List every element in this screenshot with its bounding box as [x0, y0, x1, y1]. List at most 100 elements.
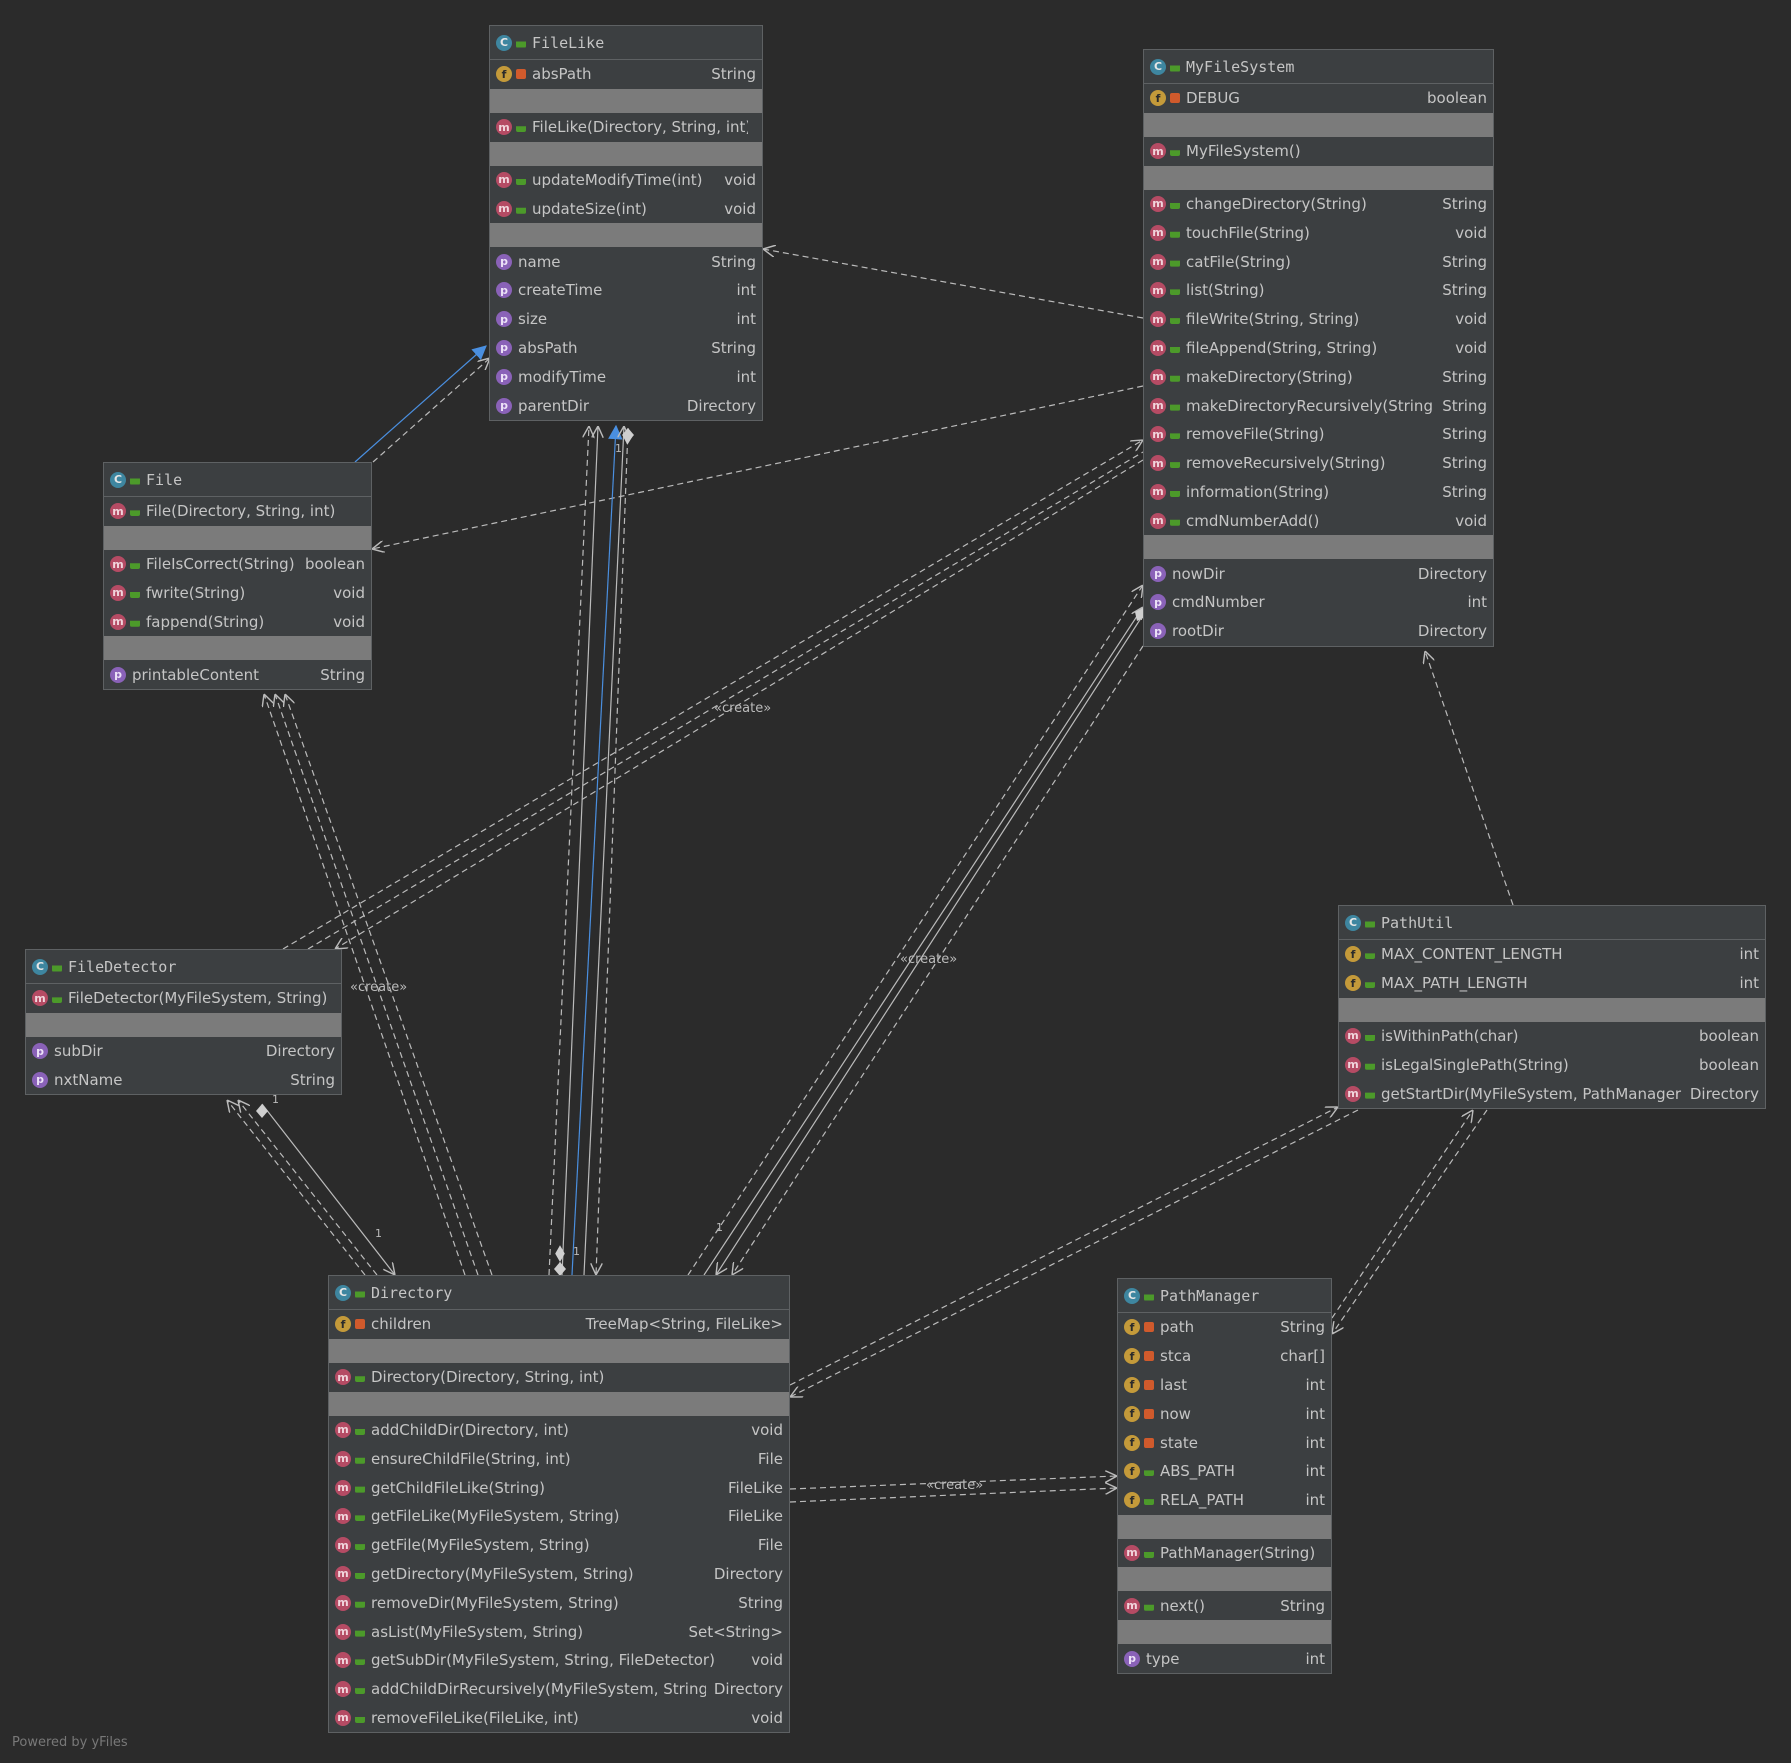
method-row[interactable]: m MyFileSystem() [1144, 137, 1493, 166]
method-row[interactable]: m removeFile(String) String [1144, 420, 1493, 449]
public-visibility-icon [1170, 519, 1180, 526]
public-visibility-icon [355, 1544, 365, 1551]
class-FileLike[interactable]: C FileLike f absPath String m FileLike(Directo… [489, 25, 763, 421]
field-icon: f [1345, 975, 1361, 992]
field-row[interactable]: f ABS_PATH int [1118, 1457, 1331, 1486]
method-row[interactable]: m updateSize(int) void [490, 194, 762, 223]
public-visibility-icon [355, 1688, 365, 1695]
property-row[interactable]: p printableContent String [104, 660, 371, 689]
method-row[interactable]: m FileLike(Directory, String, int) [490, 113, 762, 142]
method-row[interactable]: m isLegalSinglePath(String) boolean [1339, 1050, 1765, 1079]
diamond-dir-top [554, 1262, 566, 1276]
method-row[interactable]: m addChildDirRecursively(MyFileSystem, St… [329, 1675, 789, 1704]
class-FileDetector[interactable]: C FileDetector m FileDetector(MyFileSystem,… [25, 949, 342, 1096]
method-type: void [724, 170, 756, 189]
method-row[interactable]: m getFile(MyFileSystem, String) File [329, 1531, 789, 1560]
method-type: Set<String> [688, 1622, 783, 1641]
method-row[interactable]: m asList(MyFileSystem, String) Set<String> [329, 1617, 789, 1646]
method-row[interactable]: m makeDirectoryRecursively(String) String [1144, 391, 1493, 420]
public-visibility-icon [1365, 921, 1375, 928]
field-row[interactable]: f path String [1118, 1313, 1331, 1342]
public-visibility-icon [1170, 346, 1180, 353]
property-row[interactable]: p cmdNumber int [1144, 588, 1493, 617]
field-row[interactable]: f MAX_CONTENT_LENGTH int [1339, 940, 1765, 969]
method-icon: m [335, 1369, 351, 1386]
method-row[interactable]: m removeDir(MyFileSystem, String) String [329, 1588, 789, 1617]
property-row[interactable]: p absPath String [490, 334, 762, 363]
method-icon: m [1150, 455, 1166, 472]
field-row[interactable]: f children TreeMap<String, FileLike> [329, 1310, 789, 1339]
property-icon: p [496, 282, 512, 299]
method-row[interactable]: m catFile(String) String [1144, 247, 1493, 276]
property-type: String [711, 252, 756, 271]
method-row[interactable]: m removeRecursively(String) String [1144, 449, 1493, 478]
method-name: Directory(Directory, String, int) [371, 1368, 605, 1387]
method-row[interactable]: m makeDirectory(String) String [1144, 362, 1493, 391]
method-row[interactable]: m changeDirectory(String) String [1144, 190, 1493, 219]
method-row[interactable]: m getFileLike(MyFileSystem, String) FileLi… [329, 1502, 789, 1531]
field-row[interactable]: f MAX_PATH_LENGTH int [1339, 969, 1765, 998]
method-row[interactable]: m isWithinPath(char) boolean [1339, 1022, 1765, 1051]
property-row[interactable]: p parentDir Directory [490, 391, 762, 420]
field-type: int [1739, 945, 1759, 964]
method-row[interactable]: m next() String [1118, 1591, 1331, 1620]
method-row[interactable]: m addChildDir(Directory, int) void [329, 1416, 789, 1445]
method-row[interactable]: m list(String) String [1144, 276, 1493, 305]
method-row[interactable]: m removeFileLike(FileLike, int) void [329, 1704, 789, 1733]
method-name: FileIsCorrect(String) [146, 555, 295, 574]
property-row[interactable]: p createTime int [490, 276, 762, 305]
method-row[interactable]: m updateModifyTime(int) void [490, 166, 762, 195]
property-type: int [736, 281, 756, 300]
method-row[interactable]: m FileDetector(MyFileSystem, String) [26, 984, 341, 1013]
label-create-2: «create» [350, 980, 407, 995]
field-row[interactable]: f last int [1118, 1371, 1331, 1400]
method-type: File [757, 1536, 783, 1555]
public-visibility-icon [1170, 289, 1180, 296]
method-row[interactable]: m FileIsCorrect(String) boolean [104, 550, 371, 579]
property-row[interactable]: p modifyTime int [490, 362, 762, 391]
property-icon: p [32, 1071, 48, 1088]
field-row[interactable]: f stca char[] [1118, 1342, 1331, 1371]
method-row[interactable]: m information(String) String [1144, 478, 1493, 507]
class-PathUtil[interactable]: C PathUtil f MAX_CONTENT_LENGTH int f MAX_PATH… [1338, 905, 1766, 1109]
field-row[interactable]: f RELA_PATH int [1118, 1486, 1331, 1515]
property-row[interactable]: p type int [1118, 1644, 1331, 1673]
class-MyFileSystem[interactable]: C MyFileSystem f DEBUG boolean m MyFileSystem(… [1143, 49, 1494, 647]
method-row[interactable]: m PathManager(String) [1118, 1539, 1331, 1568]
property-row[interactable]: p name String [490, 247, 762, 276]
method-name: updateModifyTime(int) [532, 170, 703, 189]
method-row[interactable]: m ensureChildFile(String, int) File [329, 1444, 789, 1473]
class-PathManager[interactable]: C PathManager f path String f stca char[] f last i… [1117, 1278, 1332, 1674]
method-row[interactable]: m File(Directory, String, int) [104, 497, 371, 526]
method-row[interactable]: m fileWrite(String, String) void [1144, 305, 1493, 334]
field-type: int [1739, 974, 1759, 993]
method-row[interactable]: m fappend(String) void [104, 607, 371, 636]
property-name: nxtName [54, 1070, 123, 1089]
method-row[interactable]: m getDirectory(MyFileSystem, String) Direc… [329, 1560, 789, 1589]
property-row[interactable]: p nxtName String [26, 1066, 341, 1095]
method-row[interactable]: m cmdNumberAdd() void [1144, 506, 1493, 535]
property-row[interactable]: p rootDir Directory [1144, 617, 1493, 646]
class-Directory[interactable]: C Directory f children TreeMap<String, FileL… [328, 1275, 790, 1734]
class-icon: C [110, 471, 126, 488]
method-row[interactable]: m getStartDir(MyFileSystem, PathManager) D… [1339, 1079, 1765, 1108]
property-row[interactable]: p size int [490, 305, 762, 334]
field-row[interactable]: f state int [1118, 1428, 1331, 1457]
method-row[interactable]: m fwrite(String) void [104, 579, 371, 608]
field-row[interactable]: f now int [1118, 1399, 1331, 1428]
method-row[interactable]: m Directory(Directory, String, int) [329, 1363, 789, 1392]
method-type: void [751, 1420, 783, 1439]
field-row[interactable]: f absPath String [490, 60, 762, 89]
method-row[interactable]: m touchFile(String) void [1144, 218, 1493, 247]
method-row[interactable]: m getSubDir(MyFileSystem, String, FileDet… [329, 1646, 789, 1675]
method-row[interactable]: m fileAppend(String, String) void [1144, 334, 1493, 363]
public-visibility-icon [1144, 1294, 1154, 1301]
class-File[interactable]: C File m File(Directory, String, int) m FileI… [103, 462, 372, 690]
method-icon: m [1150, 483, 1166, 500]
field-row[interactable]: f DEBUG boolean [1144, 84, 1493, 113]
property-row[interactable]: p nowDir Directory [1144, 559, 1493, 588]
label-create-4: «create» [926, 1478, 983, 1493]
property-row[interactable]: p subDir Directory [26, 1037, 341, 1066]
method-row[interactable]: m getChildFileLike(String) FileLike [329, 1473, 789, 1502]
property-icon: p [110, 666, 126, 683]
